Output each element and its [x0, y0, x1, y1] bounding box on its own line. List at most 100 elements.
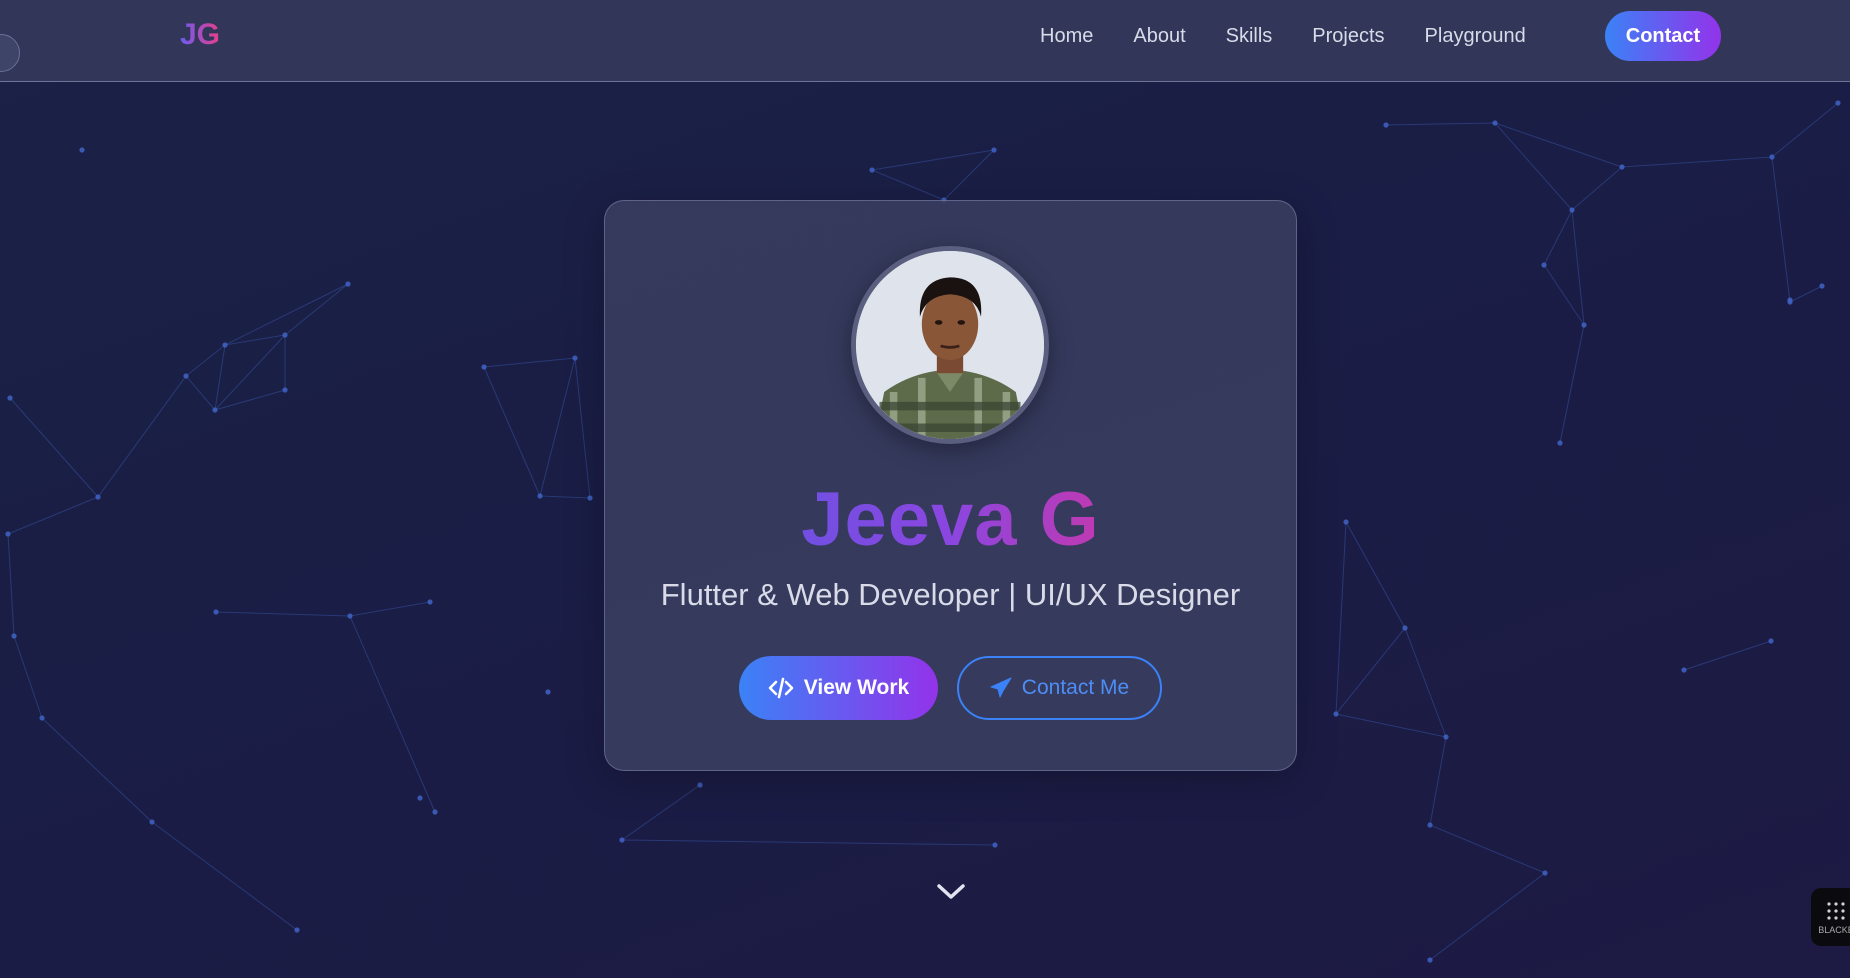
network-line: [7, 496, 99, 535]
brand-logo[interactable]: JG: [180, 18, 220, 52]
network-line: [1429, 824, 1546, 874]
nav-projects-link[interactable]: Projects: [1312, 25, 1384, 48]
contact-me-button[interactable]: Contact Me: [957, 656, 1162, 720]
network-line: [1571, 166, 1623, 211]
network-line: [621, 839, 996, 846]
network-node: [992, 842, 998, 848]
network-node: [1541, 262, 1547, 268]
corner-badge-label: BLACKE: [1818, 924, 1850, 935]
navbar: JG Home About Skills Projects Playground…: [0, 0, 1850, 82]
network-line: [1345, 521, 1406, 629]
network-node: [294, 927, 300, 933]
network-line: [1385, 122, 1496, 126]
network-line: [151, 821, 298, 931]
network-line: [1683, 640, 1772, 671]
network-node: [537, 493, 543, 499]
network-node: [1333, 711, 1339, 717]
network-line: [539, 357, 576, 497]
network-node: [7, 395, 13, 401]
network-node: [1768, 638, 1774, 644]
network-node: [545, 689, 551, 695]
network-node: [1383, 122, 1389, 128]
network-node: [991, 147, 997, 153]
network-node: [183, 373, 189, 379]
network-node: [697, 782, 703, 788]
network-line: [185, 375, 216, 411]
network-node: [95, 494, 101, 500]
network-line: [1335, 521, 1347, 715]
network-line: [1571, 209, 1585, 326]
network-node: [572, 355, 578, 361]
network-node: [1557, 440, 1563, 446]
grid-dots-icon: [1827, 901, 1845, 920]
network-node: [282, 387, 288, 393]
view-work-label: View Work: [803, 676, 910, 699]
network-node: [432, 809, 438, 815]
network-line: [13, 635, 43, 719]
network-line: [574, 357, 591, 499]
network-node: [587, 495, 593, 501]
hero-name: Jeeva G: [605, 476, 1296, 563]
nav-home-link[interactable]: Home: [1040, 25, 1093, 48]
network-line: [1335, 627, 1406, 715]
hero-role: Flutter & Web Developer | UI/UX Designer: [660, 577, 1241, 612]
network-line: [871, 169, 945, 201]
view-work-button[interactable]: View Work: [739, 656, 938, 720]
network-node: [1581, 322, 1587, 328]
network-node: [1619, 164, 1625, 170]
network-node: [39, 715, 45, 721]
network-line: [1789, 285, 1823, 303]
network-node: [1427, 957, 1433, 963]
network-node: [79, 147, 85, 153]
network-node: [869, 167, 875, 173]
network-line: [97, 375, 187, 498]
nav-skills-link[interactable]: Skills: [1226, 25, 1273, 48]
network-node: [222, 342, 228, 348]
network-node: [347, 613, 353, 619]
network-node: [1492, 120, 1498, 126]
network-line: [7, 533, 15, 637]
network-node: [1787, 297, 1793, 303]
network-node: [1427, 822, 1433, 828]
network-line: [483, 357, 576, 368]
network-line: [483, 366, 541, 497]
nav-about-link[interactable]: About: [1133, 25, 1185, 48]
nav-contact-button[interactable]: Contact: [1605, 11, 1721, 61]
network-line: [1621, 156, 1773, 168]
network-node: [481, 364, 487, 370]
network-line: [215, 611, 351, 617]
network-line: [9, 397, 99, 498]
network-node: [345, 281, 351, 287]
contact-me-label: Contact Me: [1021, 676, 1130, 699]
network-line: [621, 784, 701, 841]
network-node: [1402, 625, 1408, 631]
network-line: [349, 615, 436, 813]
network-node: [1769, 154, 1775, 160]
network-line: [871, 149, 995, 171]
hero-card: Jeeva G Flutter & Web Developer | UI/UX …: [604, 200, 1297, 771]
network-line: [1771, 102, 1839, 158]
network-node: [5, 531, 11, 537]
network-node: [1542, 870, 1548, 876]
network-line: [1771, 156, 1791, 303]
paper-plane-icon: [990, 677, 1012, 699]
network-line: [1543, 264, 1585, 326]
network-node: [11, 633, 17, 639]
network-node: [213, 609, 219, 615]
code-icon: [768, 677, 794, 699]
profile-avatar: [851, 246, 1049, 444]
corner-widget-badge[interactable]: BLACKE: [1811, 888, 1850, 946]
network-line: [349, 601, 431, 617]
nav-playground-link[interactable]: Playground: [1425, 25, 1526, 48]
chevron-down-icon[interactable]: [936, 882, 966, 902]
profile-photo: [856, 251, 1044, 439]
network-node: [1443, 734, 1449, 740]
side-toggle-tab[interactable]: [0, 34, 20, 72]
nav-links: Home About Skills Projects Playground: [1040, 0, 1566, 72]
network-line: [1559, 324, 1585, 444]
network-line: [41, 717, 153, 823]
network-node: [1835, 100, 1841, 106]
network-line: [539, 495, 591, 499]
network-line: [284, 283, 349, 336]
network-line: [185, 344, 226, 377]
